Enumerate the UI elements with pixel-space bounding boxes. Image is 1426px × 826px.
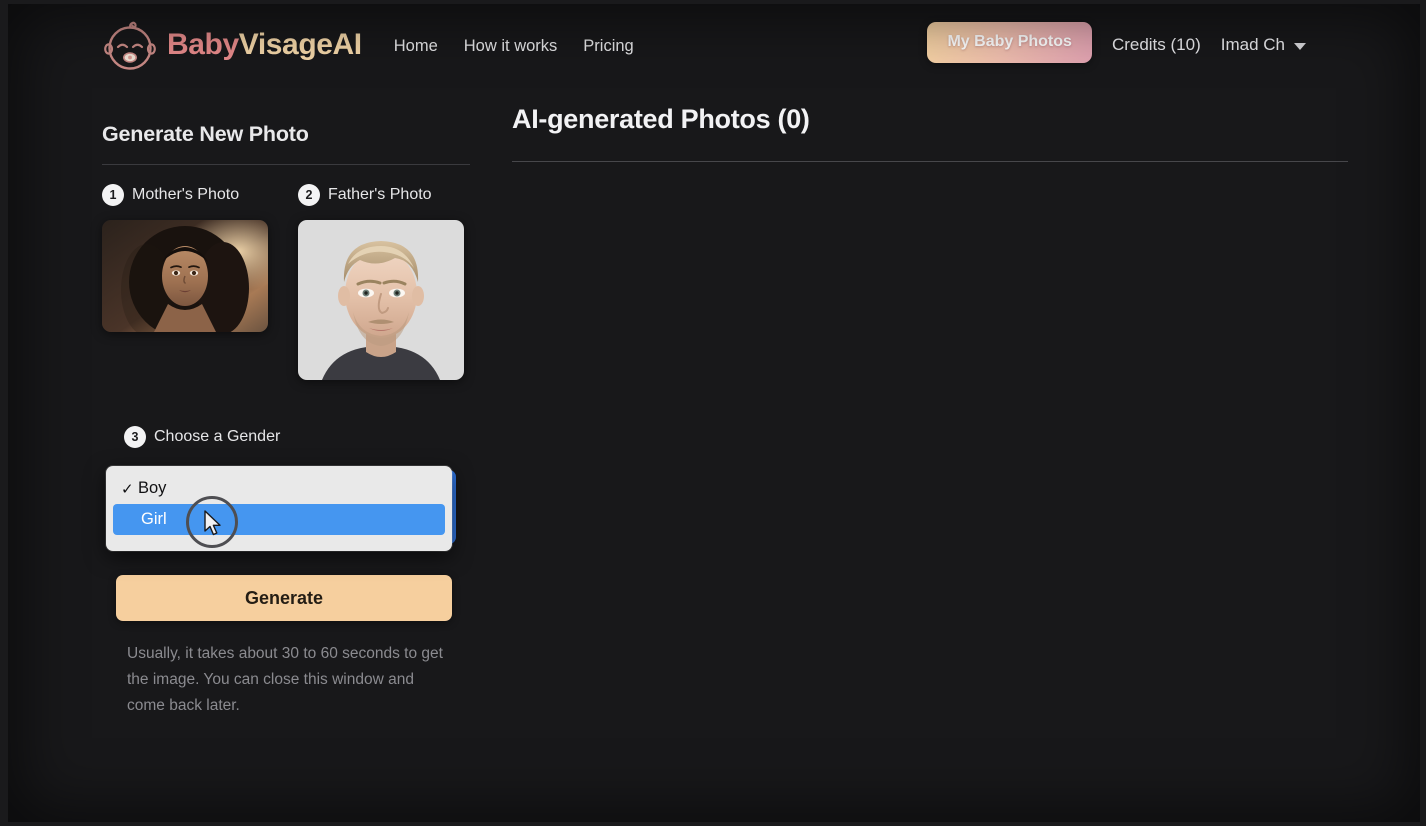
gender-option-girl-label: Girl [141,510,167,528]
user-menu-label: Imad Ch [1220,35,1285,54]
gender-step-block: 3 Choose a Gender ✓ Boy Girl [102,424,477,551]
step-2-header: 2 Father's Photo [298,182,464,208]
panel-title: Generate New Photo [102,122,309,146]
nav-link-home[interactable]: Home [394,37,438,56]
step-1-label: Mother's Photo [132,186,240,203]
step-2-label: Father's Photo [328,186,432,203]
gender-dropdown-menu[interactable]: ✓ Boy Girl [106,466,452,551]
my-baby-photos-button[interactable]: My Baby Photos [927,21,1092,63]
brand-logo[interactable]: BabyVisageAI [100,17,362,73]
results-title: AI-generated Photos (0) [512,104,810,134]
brand-wordmark: BabyVisageAI [167,28,362,62]
brand-text-baby: Baby [167,28,239,61]
mother-photo-block: 1 Mother's Photo [102,182,268,380]
step-3-header: 3 Choose a Gender [124,424,477,450]
step-2-badge: 2 [298,184,320,206]
generate-hint-text: Usually, it takes about 30 to 60 seconds… [127,645,443,714]
primary-nav: Home How it works Pricing [394,37,634,56]
gender-option-boy[interactable]: ✓ Boy [110,473,448,504]
mother-portrait-image [102,220,268,332]
step-1-header: 1 Mother's Photo [102,182,268,208]
chevron-down-icon [1294,43,1306,50]
page-surface: BabyVisageAI Home How it works Pricing M… [8,4,1420,822]
results-empty-area [512,162,1350,722]
nav-link-pricing[interactable]: Pricing [583,37,633,56]
gender-option-boy-label: Boy [138,479,167,497]
credits-label[interactable]: Credits (10) [1112,35,1201,55]
nav-right-group: My Baby Photos Credits (10) Imad Ch [927,21,1306,69]
generate-panel: Generate New Photo 1 Mother's Photo 2 Fa… [102,122,477,719]
step-3-label: Choose a Gender [154,428,281,445]
generate-button[interactable]: Generate [116,575,452,621]
gender-select-wrapper[interactable]: ✓ Boy Girl [106,466,456,551]
brand-text-visage: VisageAI [238,28,362,61]
app-window: BabyVisageAI Home How it works Pricing M… [0,0,1426,826]
father-photo-block: 2 Father's Photo [298,182,464,380]
father-photo-thumbnail[interactable] [298,220,464,380]
checkmark-icon: ✓ [121,480,134,498]
results-panel: AI-generated Photos (0) [512,104,1350,722]
step-3-badge: 3 [124,426,146,448]
nav-link-how-it-works[interactable]: How it works [464,37,558,56]
panel-divider [102,164,470,165]
father-portrait-image [298,220,464,380]
baby-face-icon [104,21,156,70]
step-1-badge: 1 [102,184,124,206]
gender-option-girl[interactable]: Girl [113,504,445,535]
user-menu[interactable]: Imad Ch [1221,35,1306,55]
mother-photo-thumbnail[interactable] [102,220,268,332]
parent-photos-row: 1 Mother's Photo 2 Father's Photo [102,182,477,380]
top-navigation-bar: BabyVisageAI Home How it works Pricing M… [8,4,1420,86]
